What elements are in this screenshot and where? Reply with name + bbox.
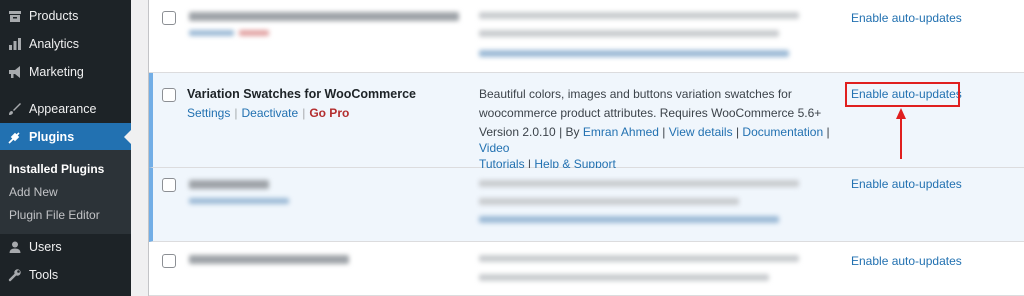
settings-link[interactable]: Settings <box>187 106 230 120</box>
separator: | <box>302 106 306 120</box>
plugin-meta: Version 2.0.10 | By Emran Ahmed | View d… <box>479 124 839 172</box>
separator: | <box>735 125 740 139</box>
plugin-description: Beautiful colors, images and buttons var… <box>479 85 829 123</box>
chart-bar-icon <box>7 36 23 52</box>
plugin-title: Variation Swatches for WooCommerce <box>187 87 416 101</box>
user-icon <box>7 239 23 255</box>
blurred-description <box>479 255 799 262</box>
arrow-up-icon <box>896 108 906 159</box>
enable-auto-updates-link[interactable]: Enable auto-updates <box>851 177 962 191</box>
blurred-description <box>479 12 799 19</box>
sidebar-item-label: Analytics <box>29 37 80 51</box>
blurred-meta <box>479 50 789 57</box>
sidebar-item-label: Appearance <box>29 102 97 116</box>
sidebar-item-label: Tools <box>29 268 59 282</box>
row-actions: Settings | Deactivate | Go Pro <box>187 106 349 120</box>
description-line: woocommerce product attributes. Requires… <box>479 106 822 120</box>
table-row: Enable auto-updates <box>149 168 1024 242</box>
row-checkbox[interactable] <box>162 88 176 102</box>
view-details-link[interactable]: View details <box>669 125 733 139</box>
sidebar-item-products[interactable]: Products <box>0 2 131 30</box>
megaphone-icon <box>7 64 23 80</box>
sidebar-item-label: Users <box>29 240 62 254</box>
blurred-description <box>479 274 769 281</box>
wrench-icon <box>7 267 23 283</box>
admin-sidebar: Products Analytics Marketing Appearance … <box>0 0 131 296</box>
by-label: By <box>565 125 580 139</box>
sidebar-item-label: Plugins <box>29 130 75 144</box>
enable-auto-updates-link[interactable]: Enable auto-updates <box>851 254 962 268</box>
separator: | <box>662 125 666 139</box>
sidebar-item-plugins[interactable]: Plugins <box>0 123 131 151</box>
blurred-action-link <box>239 30 269 36</box>
sidebar-item-tools[interactable]: Tools <box>0 261 131 289</box>
sidebar-item-label: Products <box>29 9 79 23</box>
plugin-version: Version 2.0.10 <box>479 125 556 139</box>
sidebar-item-appearance[interactable]: Appearance <box>0 95 131 123</box>
description-line: Beautiful colors, images and buttons var… <box>479 87 792 101</box>
blurred-description <box>479 30 779 37</box>
plugins-submenu: Installed Plugins Add New Plugin File Ed… <box>0 150 131 234</box>
table-row: Enable auto-updates <box>149 242 1024 296</box>
separator: | <box>234 106 238 120</box>
paintbrush-icon <box>7 101 23 117</box>
plugin-icon <box>7 129 23 145</box>
blurred-description <box>479 198 739 205</box>
sidebar-item-analytics[interactable]: Analytics <box>0 30 131 58</box>
row-checkbox[interactable] <box>162 11 176 25</box>
blurred-description <box>479 180 799 187</box>
video-tutorials-link[interactable]: Video <box>479 141 509 155</box>
sidebar-item-marketing[interactable]: Marketing <box>0 58 131 86</box>
separator: | <box>826 125 830 139</box>
author-link[interactable]: Emran Ahmed <box>583 125 659 139</box>
blurred-action-link <box>189 30 234 36</box>
blurred-meta <box>479 216 779 223</box>
submenu-add-new[interactable]: Add New <box>9 185 58 199</box>
blurred-plugin-title <box>189 12 459 21</box>
row-checkbox[interactable] <box>162 178 176 192</box>
blurred-plugin-title <box>189 255 349 264</box>
highlight-box <box>845 82 960 107</box>
meta-line: Version 2.0.10 | By Emran Ahmed | View d… <box>479 124 839 156</box>
deactivate-link[interactable]: Deactivate <box>241 106 298 120</box>
separator: | <box>559 125 563 139</box>
blurred-action-link <box>189 198 289 204</box>
enable-auto-updates-link[interactable]: Enable auto-updates <box>851 11 962 25</box>
row-checkbox[interactable] <box>162 254 176 268</box>
submenu-installed-plugins[interactable]: Installed Plugins <box>9 162 104 176</box>
table-row: Enable auto-updates <box>149 0 1024 73</box>
sidebar-item-users[interactable]: Users <box>0 233 131 261</box>
documentation-link[interactable]: Documentation <box>742 125 823 139</box>
submenu-plugin-file-editor[interactable]: Plugin File Editor <box>9 208 100 222</box>
plugins-table: Enable auto-updates Variation Swatches f… <box>148 0 1024 296</box>
go-pro-link[interactable]: Go Pro <box>309 106 349 120</box>
sidebar-item-label: Marketing <box>29 65 84 79</box>
blurred-plugin-title <box>189 180 269 189</box>
archive-icon <box>7 8 23 24</box>
